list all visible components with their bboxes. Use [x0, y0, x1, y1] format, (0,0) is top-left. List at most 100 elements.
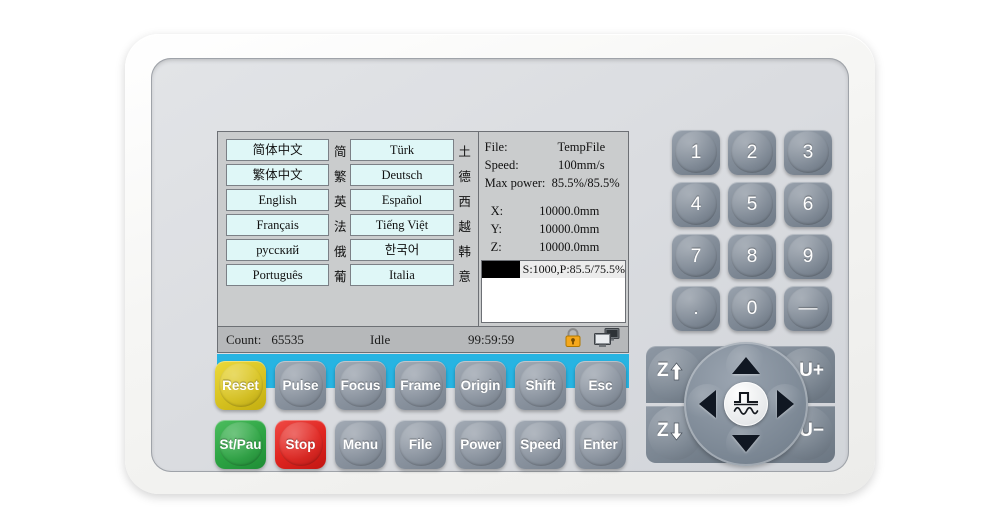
start-pause-button[interactable]: St/Pau [215, 420, 266, 469]
layer-color-swatch [481, 261, 520, 278]
arrow-up-icon [669, 361, 683, 380]
controller-faceplate: 简体中文 简 Türk 土 繁体中文 繁 Deutsch 德 English 英… [151, 58, 849, 472]
status-icons [564, 327, 620, 352]
origin-button[interactable]: Origin [455, 361, 506, 410]
z-up-label: Z [657, 360, 683, 382]
layer-row[interactable]: S:1000,P:85.5/75.5% [481, 261, 625, 278]
language-button[interactable]: Português [226, 264, 330, 286]
language-cjk-tag: 德 [458, 168, 471, 184]
z-down-label: Z [657, 420, 683, 442]
language-button[interactable]: Italia [350, 264, 454, 286]
job-info-block: File: TempFile Speed: 100mm/s Max power:… [479, 132, 628, 256]
count-label: Count: [226, 331, 262, 347]
focus-button[interactable]: Focus [335, 361, 386, 410]
language-cjk-tag: 西 [458, 193, 471, 209]
language-item-zh-tw[interactable]: 繁体中文 繁 [226, 164, 347, 186]
enter-button[interactable]: Enter [575, 420, 626, 469]
menu-button[interactable]: Menu [335, 420, 386, 469]
key-label: Esc [588, 378, 613, 393]
power-button[interactable]: Power [455, 420, 506, 469]
reset-button[interactable]: Reset [215, 361, 266, 410]
language-button[interactable]: English [226, 189, 330, 211]
language-item-italian[interactable]: Italia 意 [350, 264, 471, 286]
language-item-korean[interactable]: 한국어 韩 [350, 239, 471, 261]
direction-up-button[interactable] [726, 345, 766, 385]
direction-left-button[interactable] [687, 384, 727, 424]
coord-row-x: X: 10000.0mm [485, 202, 622, 220]
direction-down-button[interactable] [726, 423, 766, 463]
numpad-key-minus[interactable]: — [784, 286, 832, 331]
language-button[interactable]: Français [226, 214, 330, 236]
numpad-key-9[interactable]: 9 [784, 234, 832, 279]
arrow-down-icon [732, 434, 760, 452]
key-label: Speed [520, 437, 561, 452]
speed-button[interactable]: Speed [515, 420, 566, 469]
z-up-text: Z [657, 360, 669, 381]
language-item-french[interactable]: Français 法 [226, 214, 347, 236]
key-label: 3 [802, 141, 814, 163]
key-label: Enter [583, 437, 618, 452]
direction-ring [684, 342, 808, 466]
key-label: File [408, 437, 433, 452]
shift-button[interactable]: Shift [515, 361, 566, 410]
direction-right-button[interactable] [765, 384, 805, 424]
file-button[interactable]: File [395, 420, 446, 469]
language-item-portuguese[interactable]: Português 葡 [226, 264, 347, 286]
language-cjk-tag: 法 [334, 218, 347, 234]
lock-icon[interactable] [564, 328, 582, 351]
numpad-key-3[interactable]: 3 [784, 130, 832, 175]
language-item-zh-cn[interactable]: 简体中文 简 [226, 139, 347, 161]
frame-button[interactable]: Frame [395, 361, 446, 410]
language-item-russian[interactable]: русский 俄 [226, 239, 347, 261]
language-cjk-tag: 简 [334, 143, 347, 159]
numpad-key-1[interactable]: 1 [672, 130, 720, 175]
network-monitors-icon[interactable] [594, 327, 620, 352]
arrow-down-icon [669, 422, 683, 441]
z-down-text: Z [657, 420, 669, 441]
language-item-spanish[interactable]: Español 西 [350, 189, 471, 211]
y-value: 10000.0mm [539, 221, 600, 236]
numeric-keypad: 1 2 3 4 5 6 7 8 9 . 0 — [672, 130, 832, 336]
language-item-vietnamese[interactable]: Tiếng Việt 越 [350, 214, 471, 236]
language-button[interactable]: Deutsch [350, 164, 454, 186]
language-button[interactable]: Español [350, 189, 454, 211]
layer-list[interactable]: S:1000,P:85.5/75.5% [480, 260, 626, 323]
numpad-key-7[interactable]: 7 [672, 234, 720, 279]
language-button[interactable]: Tiếng Việt [350, 214, 454, 236]
esc-button[interactable]: Esc [575, 361, 626, 410]
z-label: Z: [490, 239, 502, 254]
language-button[interactable]: Türk [350, 139, 454, 161]
language-cjk-tag: 葡 [334, 268, 347, 284]
language-cjk-tag: 土 [458, 143, 471, 159]
key-label: — [798, 297, 818, 319]
pulse-center-button[interactable] [724, 382, 768, 426]
file-row: File: TempFile [485, 138, 622, 156]
function-keypad: Reset Pulse Focus Frame Origin Shift Esc… [215, 361, 635, 483]
max-power-row: Max power: 85.5%/85.5% [485, 174, 622, 192]
numpad-key-0[interactable]: 0 [728, 286, 776, 331]
language-button[interactable]: 繁体中文 [226, 164, 330, 186]
speed-value: 100mm/s [558, 157, 605, 172]
numpad-key-4[interactable]: 4 [672, 182, 720, 227]
language-item-english[interactable]: English 英 [226, 189, 347, 211]
x-label: X: [490, 203, 504, 218]
x-value: 10000.0mm [539, 203, 600, 218]
stop-button[interactable]: Stop [275, 420, 326, 469]
numpad-key-8[interactable]: 8 [728, 234, 776, 279]
navigation-cluster: Z U+ Z U− [646, 342, 841, 466]
language-button[interactable]: 简体中文 [226, 139, 330, 161]
language-item-german[interactable]: Deutsch 德 [350, 164, 471, 186]
pulse-button[interactable]: Pulse [275, 361, 326, 410]
numpad-key-decimal[interactable]: . [672, 286, 720, 331]
speed-label: Speed: [484, 157, 519, 172]
coord-row-y: Y: 10000.0mm [485, 220, 622, 238]
count-value: 65535 [271, 331, 304, 347]
language-button[interactable]: русский [226, 239, 330, 261]
numpad-key-2[interactable]: 2 [728, 130, 776, 175]
language-item-turkish[interactable]: Türk 土 [350, 139, 471, 161]
language-cjk-tag: 韩 [458, 243, 471, 259]
numpad-key-6[interactable]: 6 [784, 182, 832, 227]
language-button[interactable]: 한국어 [350, 239, 454, 261]
numpad-key-5[interactable]: 5 [728, 182, 776, 227]
